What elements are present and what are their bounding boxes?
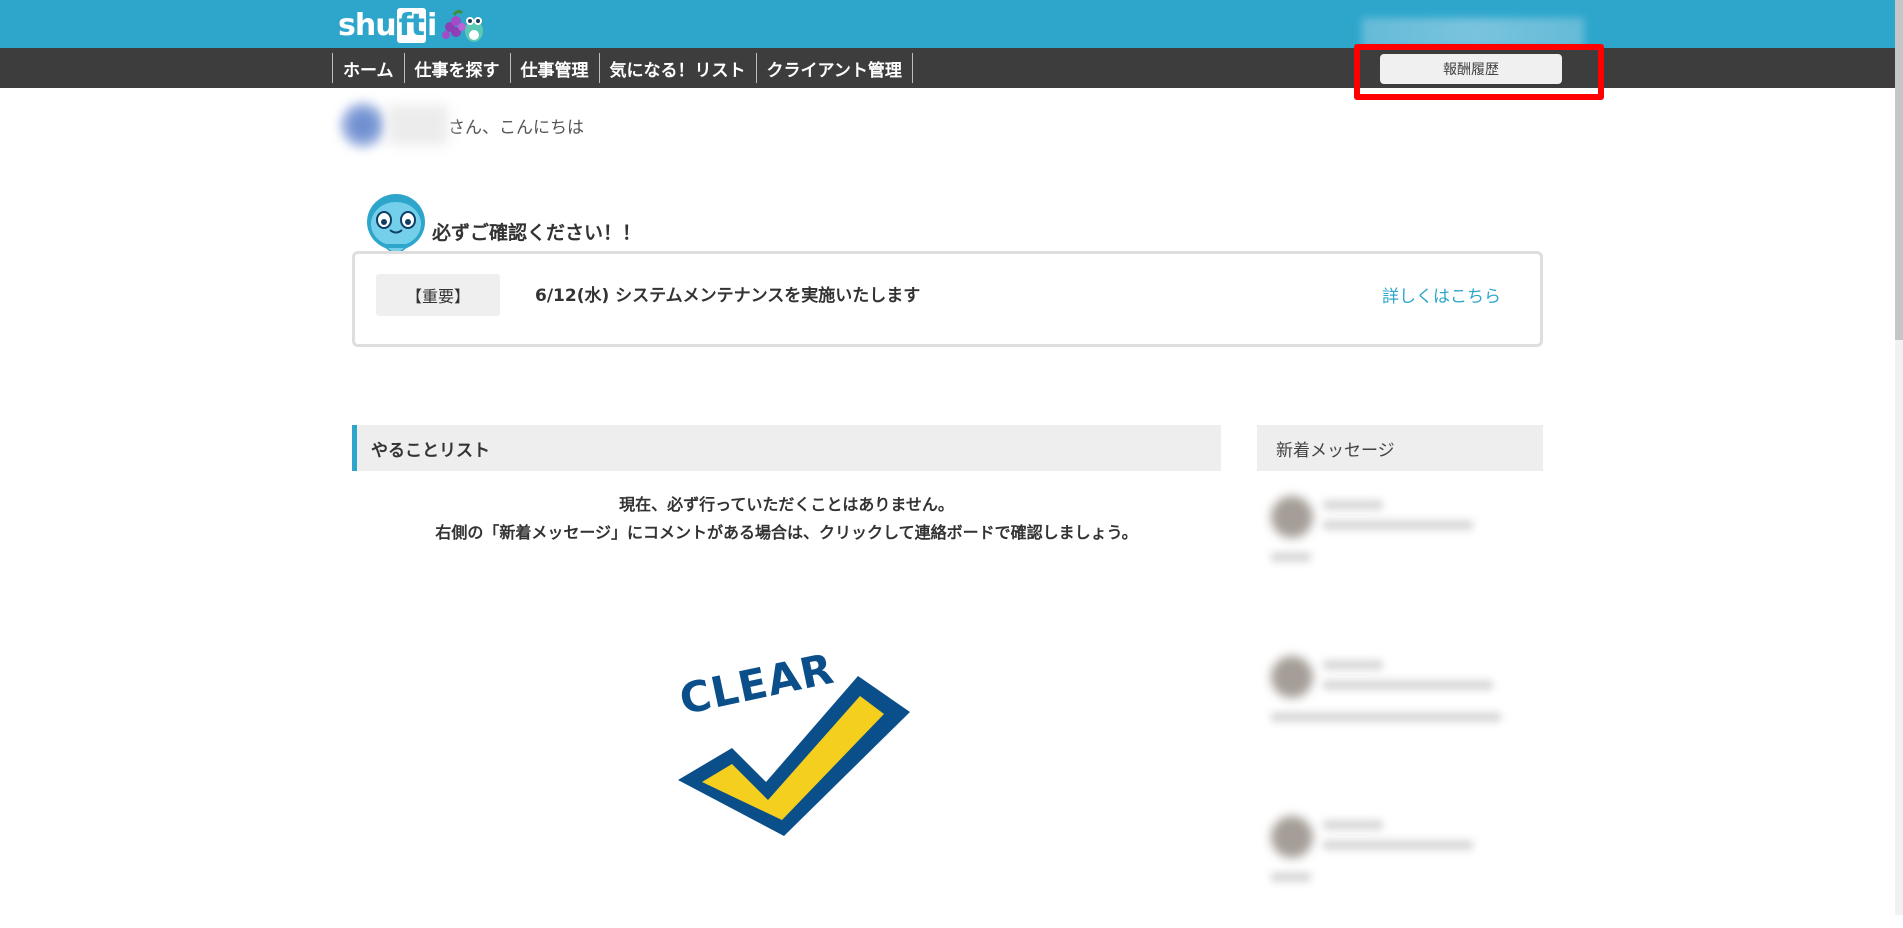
- nav-item-job-management[interactable]: 仕事管理: [509, 53, 599, 83]
- message-line: [1323, 500, 1383, 510]
- grape-frog-icon: [442, 9, 484, 42]
- notice-details-link[interactable]: 詳しくはこちら: [1382, 282, 1501, 307]
- scrollbar-thumb[interactable]: [1895, 0, 1903, 340]
- todo-line-1: 現在、必ず行っていただくことはありません。: [619, 495, 954, 514]
- nav-item-watch-list[interactable]: 気になる！リスト: [598, 53, 756, 83]
- avatar: [1271, 816, 1313, 858]
- greeting: さん、こんにちは: [340, 100, 584, 150]
- notice-header: 必ずご確認ください！！: [364, 192, 641, 260]
- scrollbar[interactable]: [1895, 0, 1903, 915]
- todo-line-2: 右側の「新着メッセージ」にコメントがある場合は、クリックして連絡ボードで確認しま…: [435, 523, 1138, 542]
- nav-item-client-management[interactable]: クライアント管理: [755, 53, 913, 83]
- message-line: [1323, 520, 1473, 530]
- avatar: [340, 102, 386, 148]
- avatar: [1271, 656, 1313, 698]
- reward-history-button[interactable]: 報酬履歴: [1380, 54, 1562, 84]
- nav-list: ホーム 仕事を探す 仕事管理 気になる！リスト クライアント管理: [332, 53, 913, 83]
- clear-word: CLEAR: [675, 644, 838, 724]
- message-line: [1323, 660, 1383, 670]
- message-line: [1323, 840, 1473, 850]
- message-line: [1323, 820, 1383, 830]
- important-badge: 【重要】: [376, 274, 500, 316]
- new-messages-header: 新着メッセージ: [1257, 425, 1543, 471]
- message-line: [1271, 552, 1311, 562]
- nav-item-home[interactable]: ホーム: [332, 53, 404, 83]
- notice-message: 6/12(水) システムメンテナンスを実施いたします: [535, 286, 921, 306]
- nav-item-find-jobs[interactable]: 仕事を探す: [403, 53, 510, 83]
- greeting-text: さん、こんにちは: [448, 117, 584, 138]
- main-nav: ホーム 仕事を探す 仕事管理 気になる！リスト クライアント管理: [0, 48, 1903, 88]
- top-header: shu ft i: [0, 0, 1903, 48]
- message-line: [1271, 712, 1501, 722]
- mascot-icon: [367, 194, 425, 253]
- message-item[interactable]: [1257, 798, 1543, 928]
- clear-check-graphic: CLEAR: [675, 644, 910, 836]
- message-line: [1271, 872, 1311, 882]
- user-name-blurred: [388, 105, 448, 145]
- todo-message: 現在、必ず行っていただくことはありません。 右側の「新着メッセージ」にコメントが…: [352, 491, 1221, 547]
- notice-box: 【重要】 6/12(水) システムメンテナンスを実施いたします 詳しくはこちら: [352, 251, 1543, 347]
- message-item[interactable]: [1257, 638, 1543, 768]
- todo-list-header: やることリスト: [352, 425, 1221, 471]
- logo-text: shu ft i: [338, 7, 437, 43]
- shufti-logo[interactable]: shu ft i: [338, 4, 484, 46]
- avatar: [1271, 496, 1313, 538]
- notice-title: 必ずご確認ください！！: [432, 221, 642, 244]
- message-line: [1323, 680, 1493, 690]
- message-item[interactable]: [1257, 478, 1543, 608]
